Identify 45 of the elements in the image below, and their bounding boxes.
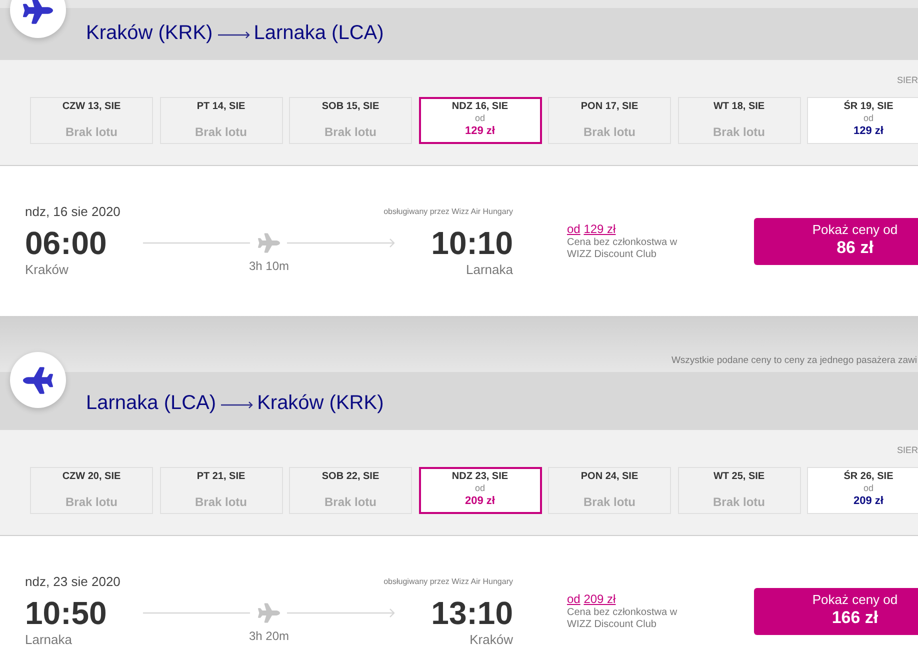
flight-date: ndz, 23 sie 2020 xyxy=(25,573,120,591)
date-tab[interactable]: NDZ 23, SIE od 209 zł xyxy=(418,467,542,514)
fare-note: Cena bez członkostwa w WIZZ Discount Club xyxy=(567,607,678,631)
airplane-icon xyxy=(258,603,280,623)
date-tab[interactable]: PT 14, SIE Brak lotu xyxy=(160,97,282,144)
flight-date: ndz, 16 sie 2020 xyxy=(25,203,120,221)
date-tab[interactable]: ŚR 26, SIE od 209 zł xyxy=(807,467,918,514)
departure-city: Kraków xyxy=(25,261,68,279)
date-tab[interactable]: CZW 20, SIE Brak lotu xyxy=(30,467,153,514)
show-prices-button[interactable]: Pokaż ceny od 86 zł xyxy=(754,218,918,265)
month-label: SIER xyxy=(896,74,918,86)
arrow-icon xyxy=(218,30,250,38)
flight-duration: 3h 10m xyxy=(248,258,290,275)
month-label: SIER xyxy=(896,444,918,456)
price-notice: Wszystkie podane ceny to ceny za jednego pasażera zawi xyxy=(671,355,917,367)
flight-duration: 3h 20m xyxy=(248,628,290,645)
date-tab[interactable]: PT 21, SIE Brak lotu xyxy=(160,467,282,514)
arrival-time: 13:10 xyxy=(431,595,513,631)
arrival-city: Larnaka xyxy=(466,261,513,279)
departure-time: 10:50 xyxy=(25,595,107,631)
fare-link[interactable]: od 209 zł xyxy=(567,592,616,606)
operator-text: obsługiwany przez Wizz Air Hungary xyxy=(384,206,513,218)
date-tab[interactable]: CZW 13, SIE Brak lotu xyxy=(30,97,153,144)
date-tab[interactable]: ŚR 19, SIE od 129 zł xyxy=(807,97,918,144)
destination-city: Kraków (KRK) xyxy=(257,391,384,416)
date-tab[interactable]: WT 18, SIE Brak lotu xyxy=(678,97,800,144)
departure-city: Larnaka xyxy=(25,631,72,649)
fare-note: Cena bez członkostwa w WIZZ Discount Club xyxy=(567,237,678,261)
date-tab[interactable]: SOB 22, SIE Brak lotu xyxy=(289,467,412,514)
date-tab[interactable]: PON 24, SIE Brak lotu xyxy=(548,467,671,514)
operator-text: obsługiwany przez Wizz Air Hungary xyxy=(384,576,513,588)
origin-city: Kraków (KRK) xyxy=(86,21,213,46)
departure-time: 06:00 xyxy=(25,225,107,261)
origin-city: Larnaka (LCA) xyxy=(86,391,216,416)
destination-city: Larnaka (LCA) xyxy=(254,21,384,46)
date-tab[interactable]: SOB 15, SIE Brak lotu xyxy=(289,97,412,144)
arrival-city: Kraków xyxy=(470,631,513,649)
arrival-time: 10:10 xyxy=(431,225,513,261)
date-tab[interactable]: PON 17, SIE Brak lotu xyxy=(548,97,671,144)
date-tab[interactable]: NDZ 16, SIE od 129 zł xyxy=(418,97,542,144)
date-tab[interactable]: WT 25, SIE Brak lotu xyxy=(678,467,800,514)
arrow-icon xyxy=(221,400,254,408)
show-prices-button[interactable]: Pokaż ceny od 166 zł xyxy=(754,588,918,635)
fare-link[interactable]: od 129 zł xyxy=(567,222,616,236)
airplane-icon xyxy=(258,233,280,253)
